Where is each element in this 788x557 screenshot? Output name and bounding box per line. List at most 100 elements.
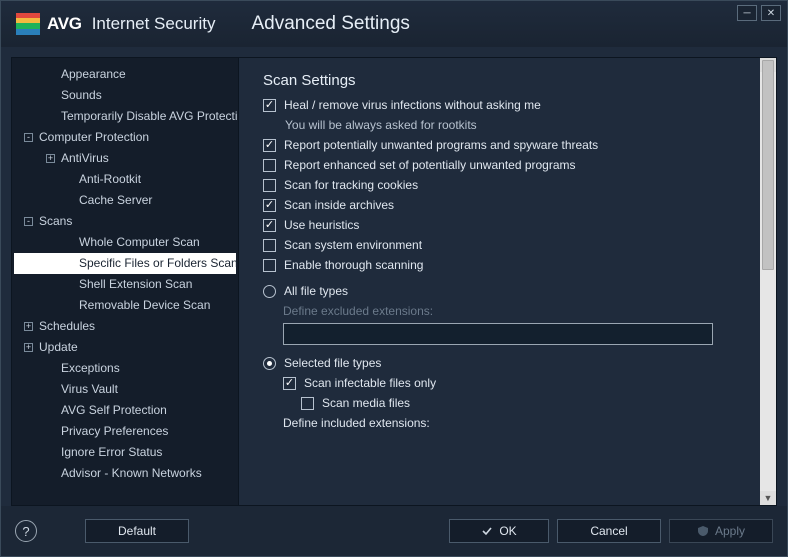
sidebar-item-label: Advisor - Known Networks bbox=[61, 465, 202, 482]
checkbox-label: Scan system environment bbox=[284, 238, 422, 252]
sidebar-item-label: AVG Self Protection bbox=[61, 402, 167, 419]
sidebar-item-label: Update bbox=[39, 339, 78, 356]
checkbox-icon bbox=[263, 199, 276, 212]
app-window: AVG Internet Security Advanced Settings … bbox=[0, 0, 788, 557]
checkbox-row[interactable]: Scan infectable files only bbox=[263, 373, 756, 393]
sidebar-item-label: Sounds bbox=[61, 87, 102, 104]
ok-check-icon bbox=[481, 525, 493, 537]
sidebar-item[interactable]: AVG Self Protection bbox=[14, 400, 236, 421]
titlebar: AVG Internet Security Advanced Settings … bbox=[1, 1, 787, 47]
excluded-extensions-input[interactable] bbox=[283, 323, 713, 345]
checkbox-icon bbox=[263, 139, 276, 152]
apply-button[interactable]: Apply bbox=[669, 519, 773, 543]
sidebar-item[interactable]: Exceptions bbox=[14, 358, 236, 379]
checkbox-label: Scan media files bbox=[322, 396, 410, 410]
checkbox-icon bbox=[283, 377, 296, 390]
checkbox-row[interactable]: Report potentially unwanted programs and… bbox=[263, 135, 756, 155]
checkbox-label: Use heuristics bbox=[284, 218, 359, 232]
sidebar-item[interactable]: -Computer Protection bbox=[14, 127, 236, 148]
sidebar-item[interactable]: Ignore Error Status bbox=[14, 442, 236, 463]
brand-name: AVG bbox=[47, 14, 82, 34]
help-button[interactable]: ? bbox=[15, 520, 37, 542]
radio-all-file-types[interactable]: All file types bbox=[263, 281, 756, 301]
checkbox-label: Heal / remove virus infections without a… bbox=[284, 98, 541, 112]
close-button[interactable]: ✕ bbox=[761, 5, 781, 21]
sidebar-item[interactable]: Cache Server bbox=[14, 190, 236, 211]
sidebar-item[interactable]: Sounds bbox=[14, 85, 236, 106]
sidebar-item[interactable]: Whole Computer Scan bbox=[14, 232, 236, 253]
checkbox-icon bbox=[263, 159, 276, 172]
checkbox-subtext-row: You will be always asked for rootkits bbox=[263, 115, 756, 135]
checkbox-icon bbox=[263, 239, 276, 252]
sidebar-item[interactable]: Specific Files or Folders Scan bbox=[14, 253, 236, 274]
sidebar-item[interactable]: Anti-Rootkit bbox=[14, 169, 236, 190]
ok-label: OK bbox=[499, 524, 516, 538]
default-button[interactable]: Default bbox=[85, 519, 189, 543]
checkbox-icon bbox=[263, 99, 276, 112]
sidebar-item-label: Removable Device Scan bbox=[79, 297, 210, 314]
minimize-button[interactable]: ─ bbox=[737, 5, 757, 21]
expand-icon[interactable]: + bbox=[46, 154, 55, 163]
sidebar-item[interactable]: + Schedules bbox=[14, 316, 236, 337]
checkbox-row[interactable]: Enable thorough scanning bbox=[263, 255, 756, 275]
page-title: Advanced Settings bbox=[251, 13, 409, 35]
radio-label: All file types bbox=[284, 284, 348, 298]
sidebar-item[interactable]: Removable Device Scan bbox=[14, 295, 236, 316]
checkbox-label: Report enhanced set of potentially unwan… bbox=[284, 158, 576, 172]
cancel-button[interactable]: Cancel bbox=[557, 519, 661, 543]
sidebar-item[interactable]: Shell Extension Scan bbox=[14, 274, 236, 295]
radio-selected-file-types[interactable]: Selected file types bbox=[263, 353, 756, 373]
checkbox-label: Report potentially unwanted programs and… bbox=[284, 138, 598, 152]
checkbox-label: Scan inside archives bbox=[284, 198, 394, 212]
checkbox-row[interactable]: Scan media files bbox=[263, 393, 756, 413]
sidebar-item[interactable]: Privacy Preferences bbox=[14, 421, 236, 442]
radio-icon bbox=[263, 357, 276, 370]
sidebar-item[interactable]: -Scans bbox=[14, 211, 236, 232]
define-excluded-label: Define excluded extensions: bbox=[283, 304, 433, 318]
expand-icon[interactable]: + bbox=[24, 343, 33, 352]
sidebar-item[interactable]: Temporarily Disable AVG Protection bbox=[14, 106, 236, 127]
scroll-down-arrow-icon[interactable]: ▼ bbox=[760, 491, 776, 505]
sidebar[interactable]: Appearance Sounds Temporarily Disable AVG … bbox=[11, 57, 239, 506]
checkbox-row[interactable]: Scan system environment bbox=[263, 235, 756, 255]
collapse-icon[interactable]: - bbox=[24, 217, 33, 226]
checkbox-row[interactable]: Scan for tracking cookies bbox=[263, 175, 756, 195]
sidebar-item[interactable]: + Update bbox=[14, 337, 236, 358]
brand-suite: Internet Security bbox=[92, 14, 216, 34]
sidebar-item-label: Temporarily Disable AVG Protection bbox=[61, 108, 239, 125]
sidebar-item-label: Ignore Error Status bbox=[61, 444, 162, 461]
sidebar-item-label: Schedules bbox=[39, 318, 95, 335]
content-pane: Scan Settings Heal / remove virus infect… bbox=[239, 57, 777, 506]
checkbox-row[interactable]: Heal / remove virus infections without a… bbox=[263, 95, 756, 115]
checkbox-row[interactable]: Use heuristics bbox=[263, 215, 756, 235]
sidebar-item[interactable]: Virus Vault bbox=[14, 379, 236, 400]
sidebar-item-label: Specific Files or Folders Scan bbox=[79, 255, 238, 272]
define-excluded-label-row: Define excluded extensions: bbox=[263, 301, 756, 321]
window-controls: ─ ✕ bbox=[737, 5, 781, 21]
checkbox-label: Scan for tracking cookies bbox=[284, 178, 418, 192]
sidebar-item[interactable]: Advisor - Known Networks bbox=[14, 463, 236, 484]
sidebar-item-label: Shell Extension Scan bbox=[79, 276, 192, 293]
apply-label: Apply bbox=[715, 524, 745, 538]
logo: AVG Internet Security bbox=[15, 11, 215, 37]
sidebar-item-label: Whole Computer Scan bbox=[79, 234, 200, 251]
checkbox-row[interactable]: Report enhanced set of potentially unwan… bbox=[263, 155, 756, 175]
checkbox-icon bbox=[263, 259, 276, 272]
checkbox-icon bbox=[301, 397, 314, 410]
checkbox-label: Scan infectable files only bbox=[304, 376, 436, 390]
collapse-icon[interactable]: - bbox=[24, 133, 33, 142]
expand-icon[interactable]: + bbox=[24, 322, 33, 331]
sidebar-item[interactable]: Appearance bbox=[14, 64, 236, 85]
vertical-scrollbar[interactable]: ▲ ▼ bbox=[760, 58, 776, 505]
sidebar-item-label: Virus Vault bbox=[61, 381, 118, 398]
sidebar-item-label: Privacy Preferences bbox=[61, 423, 168, 440]
sidebar-item[interactable]: + AntiVirus bbox=[14, 148, 236, 169]
radio-icon bbox=[263, 285, 276, 298]
scrollbar-thumb[interactable] bbox=[762, 60, 774, 270]
checkbox-row[interactable]: Scan inside archives bbox=[263, 195, 756, 215]
checkbox-icon bbox=[263, 179, 276, 192]
ok-button[interactable]: OK bbox=[449, 519, 549, 543]
checkbox-label: Enable thorough scanning bbox=[284, 258, 423, 272]
sidebar-item-label: Anti-Rootkit bbox=[79, 171, 141, 188]
sidebar-item-label: AntiVirus bbox=[61, 150, 109, 167]
